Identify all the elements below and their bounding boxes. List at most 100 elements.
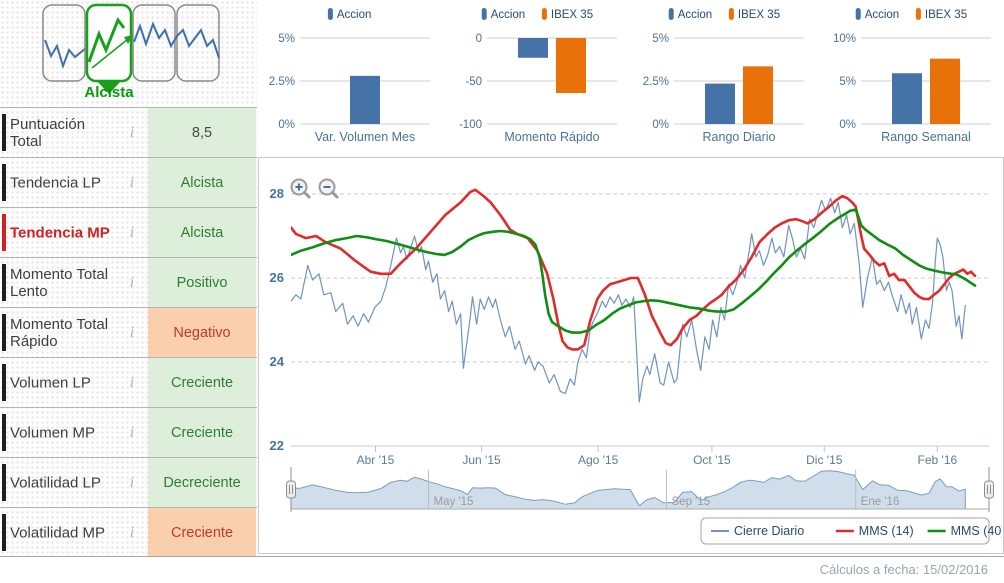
legend-marker: [728, 8, 734, 20]
status-cell: Alcista: [148, 208, 256, 257]
info-icon[interactable]: i: [122, 174, 142, 192]
row-accent-bar: [2, 364, 6, 401]
row-accent-bar: [2, 214, 6, 251]
table-row: Momento Total Rápido i Negativo: [0, 308, 257, 358]
svg-text:5%: 5%: [652, 33, 669, 45]
legend-marker: [855, 8, 861, 20]
bar-ibex-35: [743, 66, 773, 124]
trend-state-label: Alcista: [84, 84, 134, 101]
row-accent-bar: [2, 414, 6, 451]
trend-selector-card[interactable]: [176, 4, 220, 82]
table-row: Volumen LP i Creciente: [0, 358, 257, 408]
info-icon[interactable]: i: [122, 474, 142, 492]
legend-item[interactable]: IBEX 35: [915, 8, 967, 21]
legend-marker: [481, 8, 487, 20]
legend-marker: [915, 8, 921, 20]
bar-accion: [705, 83, 735, 124]
legend-item[interactable]: Accion: [855, 8, 900, 21]
status-cell: Creciente: [148, 408, 256, 457]
legend-item[interactable]: IBEX 35: [541, 8, 593, 21]
dashboard: Alcista Puntuación Total i 8,5 Tendencia LP…: [0, 0, 1004, 583]
legend-item[interactable]: Accion: [481, 8, 526, 21]
row-label: Volumen LP: [10, 374, 91, 391]
row-accent-bar: [2, 464, 6, 501]
info-icon[interactable]: i: [122, 374, 142, 392]
bar-accion: [350, 75, 380, 124]
legend-item[interactable]: Accion: [327, 8, 372, 21]
row-label: Volatilidad MP: [10, 524, 106, 541]
bar-ibex-35: [556, 38, 586, 94]
svg-text:2.5%: 2.5%: [269, 76, 295, 88]
row-label: Puntuación Total: [10, 115, 86, 150]
x-axis-label: Jun '15: [462, 453, 501, 467]
table-row: Tendencia MP i Alcista: [0, 208, 257, 258]
row-accent-bar: [2, 514, 6, 551]
svg-text:Accion: Accion: [337, 9, 372, 21]
row-label: Momento Total Lento: [10, 265, 109, 300]
svg-text:Accion: Accion: [491, 9, 526, 21]
minichart-var-volumen-mes: Accion 0% 2.5% 5% Var. Volumen Mes: [258, 0, 444, 157]
trend-selector-card[interactable]: [132, 4, 176, 82]
legend-marker: [668, 8, 674, 20]
minichart-title: Rango Diario: [703, 130, 776, 144]
svg-text:Accion: Accion: [678, 9, 713, 21]
navigator-right-handle[interactable]: [984, 467, 994, 512]
status-cell: Creciente: [148, 358, 256, 407]
info-icon[interactable]: i: [122, 274, 142, 292]
x-axis-label: Dic '15: [806, 453, 843, 467]
status-cell: Decreciente: [148, 458, 256, 507]
minichart-title: Rango Semanal: [881, 130, 971, 144]
calculation-date: Cálculos a fecha: 15/02/2016: [819, 562, 988, 577]
svg-text:MMS (14): MMS (14): [859, 524, 914, 538]
series-mms-14-: [291, 188, 977, 351]
navigator-label: Ene '16: [861, 496, 900, 508]
minichart-rango-semanal: Accion IBEX 35 0% 5% 10% Rango Semanal: [819, 0, 1004, 157]
status-cell: Alcista: [148, 158, 256, 207]
minichart-strip: Accion 0% 2.5% 5% Var. Volumen Mes Accion IBEX…: [258, 0, 1004, 157]
row-accent-bar: [2, 114, 6, 151]
minichart-title: Var. Volumen Mes: [315, 130, 416, 144]
minichart-rango-diario: Accion IBEX 35 0% 2.5% 5% Rango Diario: [632, 0, 818, 157]
left-panel: Alcista Puntuación Total i 8,5 Tendencia LP…: [0, 0, 257, 566]
legend-item[interactable]: IBEX 35: [728, 8, 780, 21]
score-table: Puntuación Total i 8,5 Tendencia LP i Alcista…: [0, 107, 257, 558]
y-axis-label: 24: [270, 354, 285, 369]
row-label: Tendencia LP: [10, 174, 101, 191]
svg-text:2.5%: 2.5%: [643, 76, 669, 88]
status-cell: Creciente: [148, 508, 256, 557]
table-row: Volatilidad MP i Creciente: [0, 508, 257, 558]
y-axis-label: 22: [270, 438, 284, 453]
info-icon[interactable]: i: [122, 124, 142, 142]
trend-selector-card[interactable]: [42, 4, 86, 82]
bar-accion: [892, 73, 922, 124]
trend-line-blue: [44, 39, 87, 70]
status-cell: Negativo: [148, 308, 256, 357]
svg-text:5%: 5%: [839, 76, 856, 88]
svg-text:Cierre Diario: Cierre Diario: [734, 524, 804, 538]
table-row: Tendencia LP i Alcista: [0, 158, 257, 208]
svg-text:Accion: Accion: [865, 9, 900, 21]
row-label: Momento Total Rápido: [10, 315, 109, 350]
table-row: Volatilidad LP i Decreciente: [0, 458, 257, 508]
x-axis-label: Abr '15: [357, 453, 395, 467]
row-label: Volatilidad LP: [10, 474, 101, 491]
bar-accion: [518, 38, 548, 58]
row-accent-bar: [2, 164, 6, 201]
table-row: Puntuación Total i 8,5: [0, 108, 257, 158]
svg-text:0%: 0%: [839, 119, 856, 131]
navigator-label: May '15: [434, 496, 474, 508]
svg-text:0: 0: [476, 33, 482, 45]
table-row: Volumen MP i Creciente: [0, 408, 257, 458]
x-axis-label: Feb '16: [918, 453, 958, 467]
table-row: Momento Total Lento i Positivo: [0, 258, 257, 308]
y-axis-label: 26: [270, 270, 284, 285]
info-icon[interactable]: i: [122, 324, 142, 342]
info-icon[interactable]: i: [122, 224, 142, 242]
info-icon[interactable]: i: [122, 424, 142, 442]
svg-text:-100: -100: [459, 119, 482, 131]
info-icon[interactable]: i: [122, 524, 142, 542]
svg-text:0%: 0%: [278, 119, 295, 131]
price-chart: 28 26 24 22 Abr '15 Jun '15 Ago '15 Oct '15 Dic …: [270, 178, 1004, 545]
legend-item[interactable]: Accion: [668, 8, 713, 21]
svg-text:0%: 0%: [652, 119, 669, 131]
